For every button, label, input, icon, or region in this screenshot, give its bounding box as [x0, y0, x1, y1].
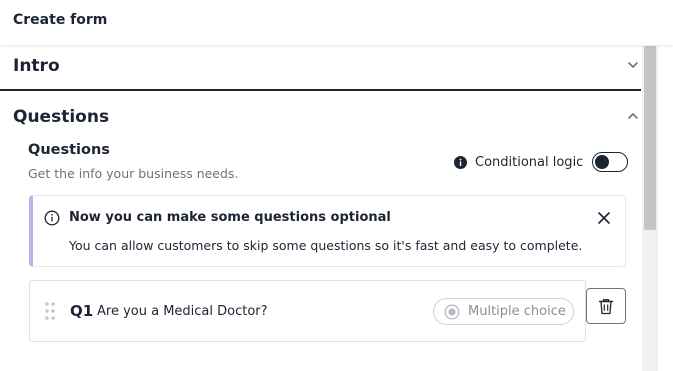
optional-questions-banner: Now you can make some questions optional…	[29, 195, 626, 267]
info-outline-icon	[44, 210, 60, 226]
question-type-badge: Multiple choice	[433, 298, 574, 325]
banner-text: You can allow customers to skip some que…	[69, 238, 583, 253]
question-type-label: Multiple choice	[468, 304, 566, 319]
banner-title: Now you can make some questions optional	[69, 210, 391, 225]
questions-heading: Questions	[28, 142, 110, 158]
page-title: Create form	[13, 12, 108, 28]
questions-subtitle: Get the info your business needs.	[28, 166, 239, 181]
section-questions-title: Questions	[13, 107, 110, 127]
drag-handle-icon[interactable]	[44, 301, 56, 321]
delete-question-button[interactable]	[586, 288, 626, 324]
info-icon	[454, 155, 467, 169]
close-icon[interactable]	[596, 210, 612, 226]
chevron-up-icon[interactable]	[626, 109, 640, 123]
conditional-logic-label: Conditional logic	[475, 154, 584, 170]
conditional-logic-control: Conditional logic	[454, 151, 629, 173]
radio-icon	[444, 304, 460, 319]
scrollbar-thumb[interactable]	[644, 46, 656, 230]
trash-icon	[598, 298, 614, 314]
toggle-knob	[595, 155, 610, 169]
section-questions-header[interactable]: Questions	[0, 92, 641, 138]
chevron-down-icon[interactable]	[626, 58, 640, 72]
question-card[interactable]: Q1 Are you a Medical Doctor? Multiple ch…	[29, 280, 586, 342]
conditional-logic-toggle[interactable]	[592, 152, 629, 172]
question-text: Are you a Medical Doctor?	[97, 304, 268, 319]
section-intro-title: Intro	[13, 56, 60, 76]
section-intro-header[interactable]: Intro	[0, 46, 641, 91]
question-number: Q1	[70, 302, 94, 320]
app-header: Create form	[0, 0, 673, 45]
